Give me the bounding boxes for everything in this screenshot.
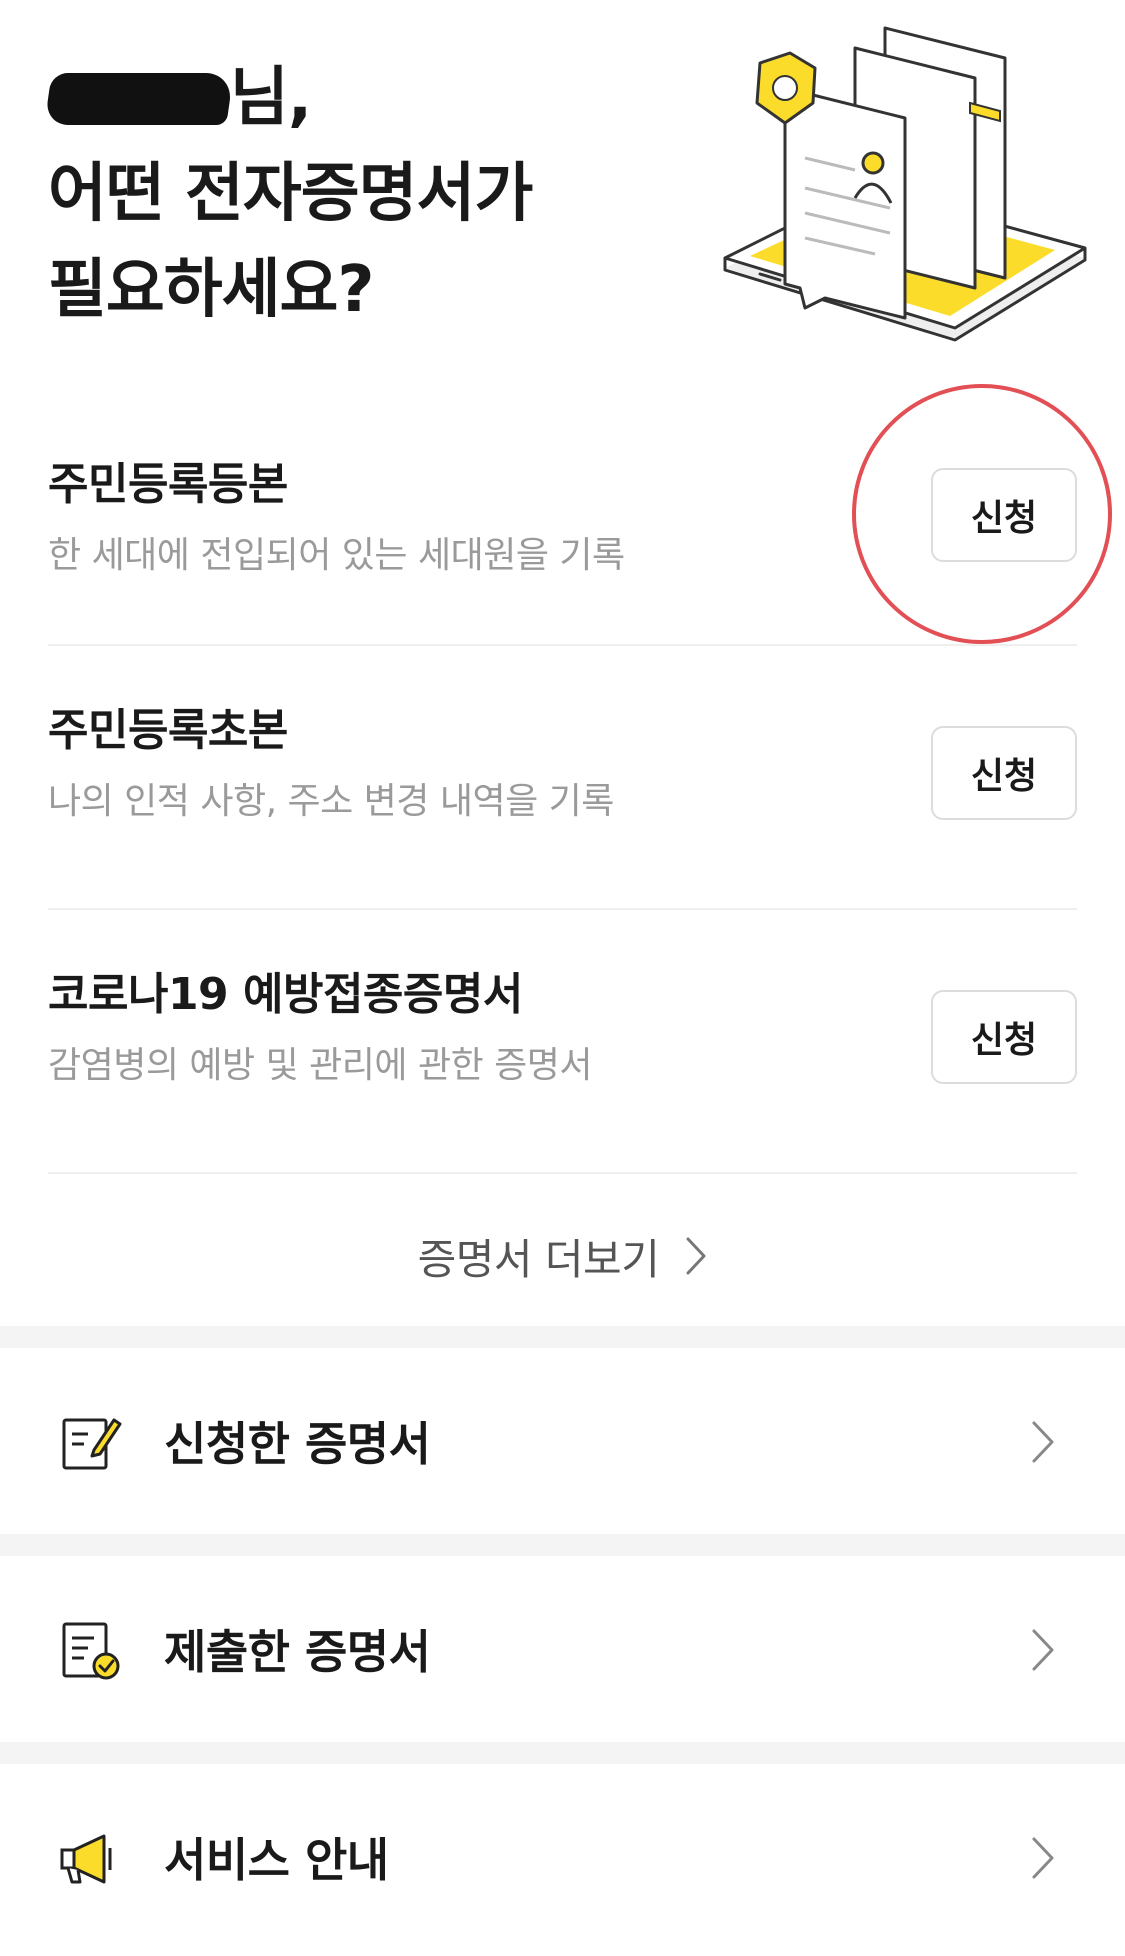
section-divider bbox=[0, 1326, 1125, 1348]
menu-item-applied-certificates[interactable]: 신청한 증명서 bbox=[0, 1348, 1125, 1534]
section-divider bbox=[0, 1534, 1125, 1556]
certificate-item-resident-register-copy: 주민등록등본 한 세대에 전입되어 있는 세대원을 기록 신청 bbox=[48, 400, 1077, 646]
section-divider bbox=[0, 1742, 1125, 1764]
megaphone-icon bbox=[60, 1834, 112, 1884]
submitted-document-icon bbox=[62, 1622, 120, 1680]
redacted-user-name bbox=[44, 73, 234, 125]
certificate-description: 감염병의 예방 및 관리에 관한 증명서 bbox=[48, 1045, 593, 1086]
phone-documents-illustration bbox=[723, 26, 1087, 342]
hero-section: 님, 어떤 전자증명서가 필요하세요? bbox=[0, 0, 1125, 400]
certificate-title: 코로나19 예방접종증명서 bbox=[48, 969, 523, 1020]
certificate-list: 주민등록등본 한 세대에 전입되어 있는 세대원을 기록 신청 주민등록초본 나… bbox=[48, 400, 1077, 1174]
chevron-right-icon bbox=[686, 1237, 706, 1275]
chevron-right-icon bbox=[1032, 1837, 1054, 1879]
menu-label: 신청한 증명서 bbox=[164, 1417, 431, 1471]
greeting-line-1: 님, bbox=[44, 50, 532, 146]
certificate-description: 나의 인적 사항, 주소 변경 내역을 기록 bbox=[48, 781, 614, 822]
certificate-description: 한 세대에 전입되어 있는 세대원을 기록 bbox=[48, 535, 625, 576]
greeting-line-2: 어떤 전자증명서가 bbox=[48, 146, 533, 242]
certificate-title: 주민등록초본 bbox=[48, 705, 288, 756]
apply-button-resident-register-copy[interactable]: 신청 bbox=[931, 468, 1077, 562]
more-certificates-label: 증명서 더보기 bbox=[417, 1234, 660, 1284]
apply-button-resident-register-abstract[interactable]: 신청 bbox=[931, 726, 1077, 820]
document-stack-icon bbox=[755, 26, 1007, 320]
apply-button-covid19-vaccination[interactable]: 신청 bbox=[931, 990, 1077, 1084]
certificate-item-resident-register-abstract: 주민등록초본 나의 인적 사항, 주소 변경 내역을 기록 신청 bbox=[48, 646, 1077, 910]
greeting-suffix: 님, bbox=[230, 61, 312, 135]
page-title: 님, 어떤 전자증명서가 필요하세요? bbox=[44, 50, 533, 338]
certificate-item-covid19-vaccination: 코로나19 예방접종증명서 감염병의 예방 및 관리에 관한 증명서 신청 bbox=[48, 910, 1077, 1174]
greeting-line-3: 필요하세요? bbox=[48, 253, 375, 327]
menu-label: 서비스 안내 bbox=[164, 1833, 389, 1887]
menu-item-submitted-certificates[interactable]: 제출한 증명서 bbox=[0, 1556, 1125, 1742]
menu-label: 제출한 증명서 bbox=[164, 1625, 431, 1679]
certificate-title: 주민등록등본 bbox=[48, 459, 288, 510]
menu-item-service-guide[interactable]: 서비스 안내 bbox=[0, 1764, 1125, 1950]
chevron-right-icon bbox=[1032, 1629, 1054, 1671]
highlighted-question: 어떤 전자증명서가 bbox=[48, 146, 533, 242]
chevron-right-icon bbox=[1032, 1421, 1054, 1463]
edit-document-icon bbox=[62, 1418, 122, 1470]
more-certificates-link[interactable]: 증명서 더보기 bbox=[0, 1186, 1125, 1326]
